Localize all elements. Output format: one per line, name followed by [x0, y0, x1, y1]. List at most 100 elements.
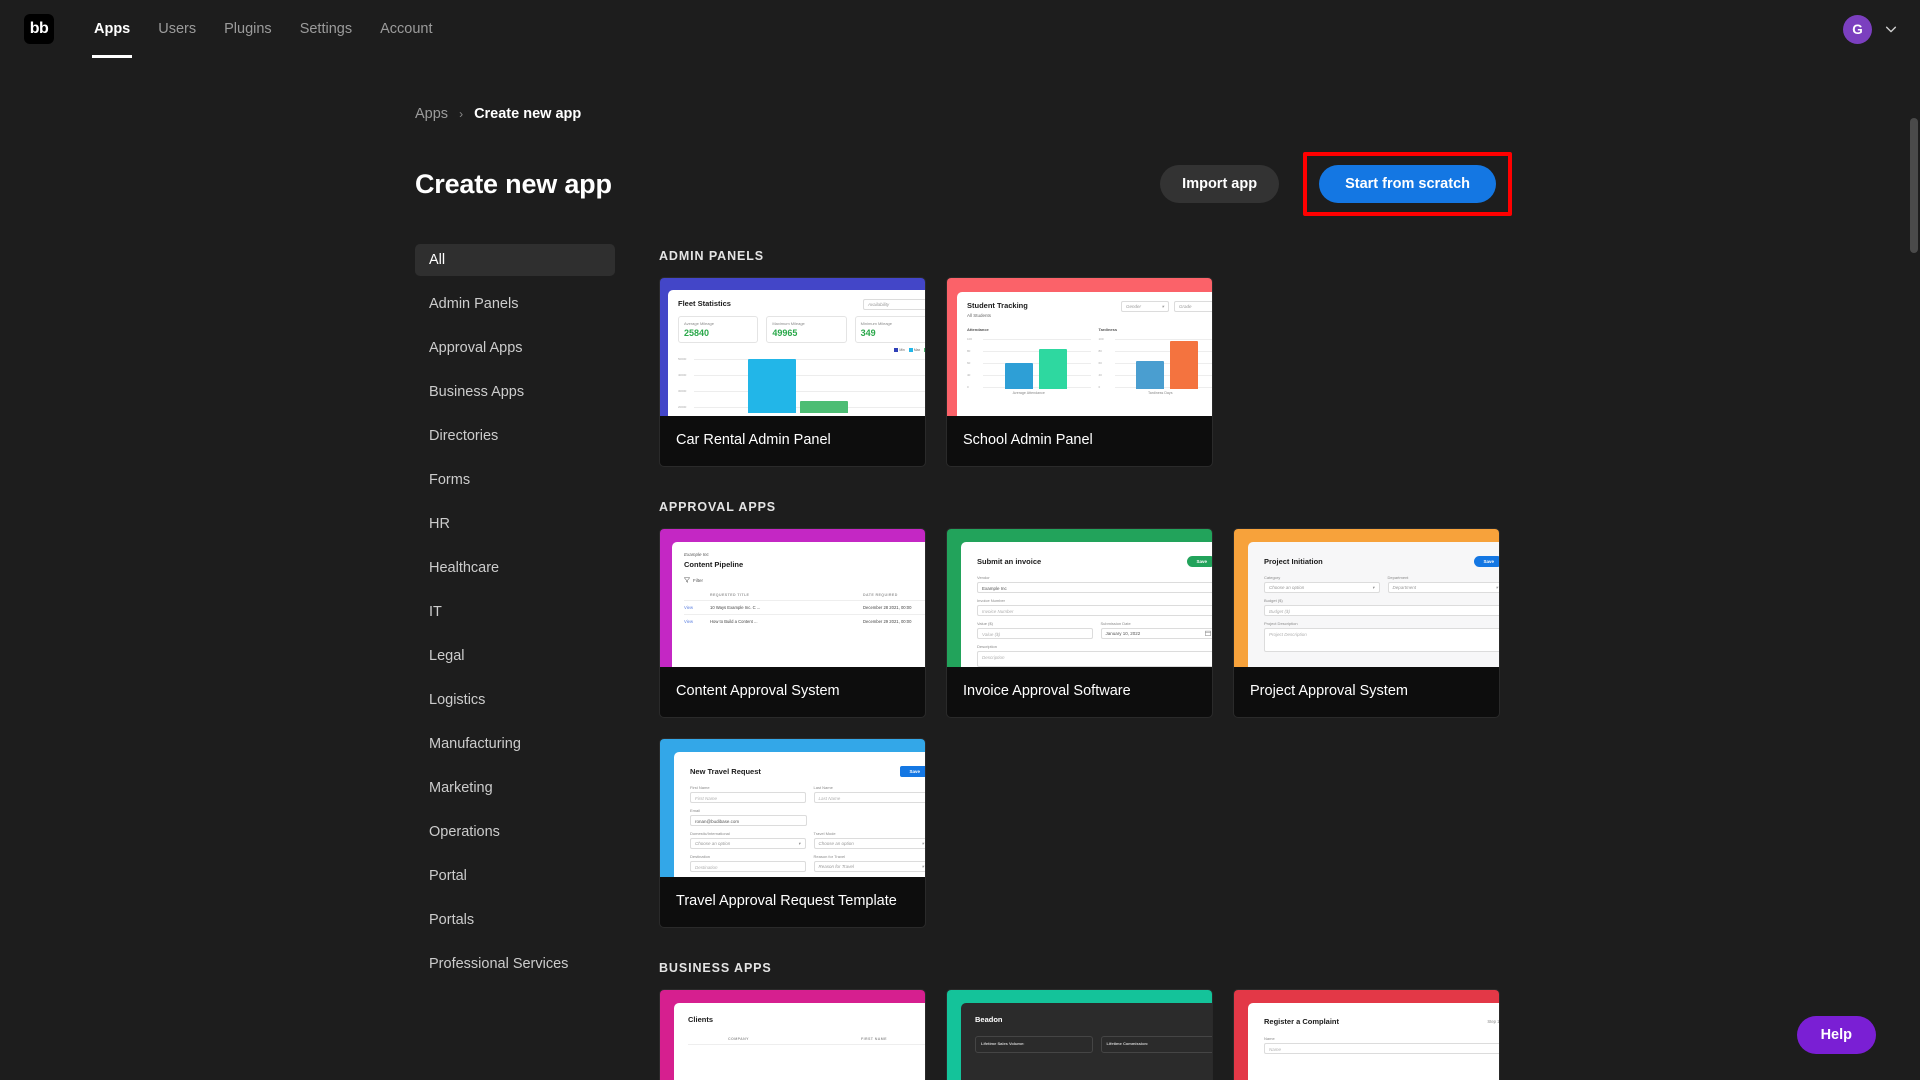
template-card-clients[interactable]: Clients COMPANY FIRST NAME: [659, 989, 926, 1080]
nav-item-apps[interactable]: Apps: [80, 0, 144, 58]
column-header: FIRST NAME: [861, 1037, 887, 1041]
save-button[interactable]: Save: [1187, 556, 1212, 567]
avatar[interactable]: G: [1843, 14, 1872, 44]
axis-tick: 80: [967, 349, 971, 353]
sidebar-item-approval-apps[interactable]: Approval Apps: [415, 332, 615, 364]
last-name-field[interactable]: Last Name: [813, 792, 925, 803]
project-description-field[interactable]: Project Description: [1264, 628, 1499, 652]
sidebar-item-it[interactable]: IT: [415, 596, 615, 628]
travel-mode-select[interactable]: Choose an option ▾: [813, 838, 925, 849]
thumb-subheading: All Students: [967, 313, 992, 318]
sidebar-item-professional-services[interactable]: Professional Services: [415, 948, 615, 980]
import-app-button[interactable]: Import app: [1160, 165, 1280, 203]
thumb-stat-label: Maximum Mileage: [772, 321, 805, 326]
field-label: Last Name: [813, 785, 833, 790]
nav-item-users[interactable]: Users: [144, 0, 210, 58]
template-card-invoice-approval-software[interactable]: Submit an invoice Save Vendor Example In…: [946, 528, 1213, 718]
category-select[interactable]: Choose an option ▾: [1264, 582, 1380, 593]
sidebar-item-forms[interactable]: Forms: [415, 464, 615, 496]
chevron-down-icon[interactable]: [1884, 22, 1898, 36]
row-action[interactable]: View: [684, 619, 710, 624]
thumbnail: Clients COMPANY FIRST NAME: [660, 990, 925, 1080]
destination-field[interactable]: Destination: [690, 861, 806, 872]
value-field[interactable]: Value ($): [977, 628, 1093, 639]
thumb-filter-label: Filter: [693, 578, 703, 583]
axis-tick: 100: [967, 337, 973, 341]
card-title: Travel Approval Request Template: [676, 893, 897, 909]
sidebar-item-legal[interactable]: Legal: [415, 640, 615, 672]
thumb-scene-car-rental: Fleet Statistics Availability▾ Average M…: [660, 278, 925, 416]
description-field[interactable]: Description: [977, 651, 1212, 667]
template-card-beadon[interactable]: Beadon Lifetime Sales Volume: Lifetime C…: [946, 989, 1213, 1080]
reason-select[interactable]: Reason for Travel ▾: [813, 861, 925, 872]
email-field[interactable]: ronan@budibase.com: [690, 815, 808, 826]
budget-field[interactable]: Budget ($): [1264, 605, 1499, 616]
thumb-scene-clients: Clients COMPANY FIRST NAME: [660, 990, 925, 1080]
thumb-heading: Beadon: [975, 1015, 1003, 1024]
thumb-stat-value: 349: [860, 328, 876, 338]
help-button[interactable]: Help: [1796, 1016, 1876, 1054]
domestic-select[interactable]: Choose an option ▾: [690, 838, 806, 849]
content-body: All Admin Panels Approval Apps Business …: [0, 216, 1920, 1080]
sidebar-item-directories[interactable]: Directories: [415, 420, 615, 452]
thumbnail: Register a Complaint Step 1/4 Name Name: [1234, 990, 1499, 1080]
template-card-car-rental-admin-panel[interactable]: Fleet Statistics Availability▾ Average M…: [659, 277, 926, 467]
breadcrumb-apps[interactable]: Apps: [415, 106, 448, 122]
field-label: Vendor: [977, 575, 990, 580]
sidebar-item-business-apps[interactable]: Business Apps: [415, 376, 615, 408]
axis-tick: 40: [967, 373, 971, 377]
sidebar-item-all[interactable]: All: [415, 244, 615, 276]
thumb-scene-beadon: Beadon Lifetime Sales Volume: Lifetime C…: [947, 990, 1212, 1080]
legend-item: Max: [913, 348, 921, 352]
nav-item-plugins[interactable]: Plugins: [210, 0, 286, 58]
save-button[interactable]: Save: [1474, 556, 1499, 567]
domestic-value: Choose an option: [695, 841, 731, 846]
card-title: Car Rental Admin Panel: [676, 432, 831, 448]
save-button[interactable]: Save: [900, 766, 925, 777]
thumbnail: Example Inc Content Pipeline Filter REQU…: [660, 529, 925, 667]
template-card-school-admin-panel[interactable]: Student Tracking All Students Gender ▾ Gr…: [946, 277, 1213, 467]
category-sidebar: All Admin Panels Approval Apps Business …: [415, 244, 615, 1080]
submission-date-field[interactable]: January 10, 2022: [1100, 628, 1212, 639]
field-label: Budget ($): [1264, 598, 1283, 603]
template-card-travel-approval-request-template[interactable]: New Travel Request Save First Name First…: [659, 738, 926, 928]
template-card-content-approval-system[interactable]: Example Inc Content Pipeline Filter REQU…: [659, 528, 926, 718]
sidebar-item-portal[interactable]: Portal: [415, 860, 615, 892]
thumb-stat-label: Average Mileage: [684, 321, 714, 326]
invoice-number-field[interactable]: Invoice Number: [977, 605, 1212, 616]
department-select[interactable]: Department ▾: [1387, 582, 1499, 593]
name-field[interactable]: Name: [1264, 1043, 1499, 1054]
start-from-scratch-button[interactable]: Start from scratch: [1319, 165, 1496, 203]
field-label: Reason for Travel: [813, 854, 846, 859]
card-grid-admin-panels: Fleet Statistics Availability▾ Average M…: [659, 277, 1501, 467]
sidebar-item-admin-panels[interactable]: Admin Panels: [415, 288, 615, 320]
row-action[interactable]: View: [684, 605, 710, 610]
sidebar-item-portals[interactable]: Portals: [415, 904, 615, 936]
thumb-chart-title: Attendance: [967, 327, 989, 332]
axis-tick: 50000: [678, 357, 687, 362]
template-card-register-a-complaint[interactable]: Register a Complaint Step 1/4 Name Name …: [1233, 989, 1500, 1080]
thumb-stat-box: Maximum Mileage 49965: [766, 316, 847, 343]
sidebar-item-logistics[interactable]: Logistics: [415, 684, 615, 716]
thumb-heading: New Travel Request: [690, 767, 761, 776]
field-label: Submission Date: [1100, 621, 1131, 626]
field-label: Description: [977, 644, 998, 649]
budibase-logo[interactable]: bb: [24, 14, 54, 44]
first-name-field[interactable]: First Name: [690, 792, 806, 803]
sidebar-item-operations[interactable]: Operations: [415, 816, 615, 848]
thumb-heading: Fleet Statistics: [678, 299, 731, 308]
vendor-field[interactable]: Example Inc: [977, 582, 1212, 593]
sidebar-item-marketing[interactable]: Marketing: [415, 772, 615, 804]
nav-item-settings[interactable]: Settings: [286, 0, 366, 58]
sidebar-item-healthcare[interactable]: Healthcare: [415, 552, 615, 584]
thumb-chart-caption: Average Attendance: [1012, 391, 1045, 395]
vertical-scrollbar[interactable]: [1910, 118, 1918, 253]
nav-item-account[interactable]: Account: [366, 0, 446, 58]
page-header-row: Create new app Import app Start from scr…: [0, 122, 1512, 216]
thumb-bar-chart: 50000 40000 30000 20000: [678, 357, 925, 414]
sidebar-item-manufacturing[interactable]: Manufacturing: [415, 728, 615, 760]
section-approval-apps: APPROVAL APPS Example Inc Content Pipeli…: [659, 500, 1920, 928]
thumb-stat-value: 25840: [684, 328, 710, 338]
template-card-project-approval-system[interactable]: Project Initiation Save Category Choose …: [1233, 528, 1500, 718]
sidebar-item-hr[interactable]: HR: [415, 508, 615, 540]
